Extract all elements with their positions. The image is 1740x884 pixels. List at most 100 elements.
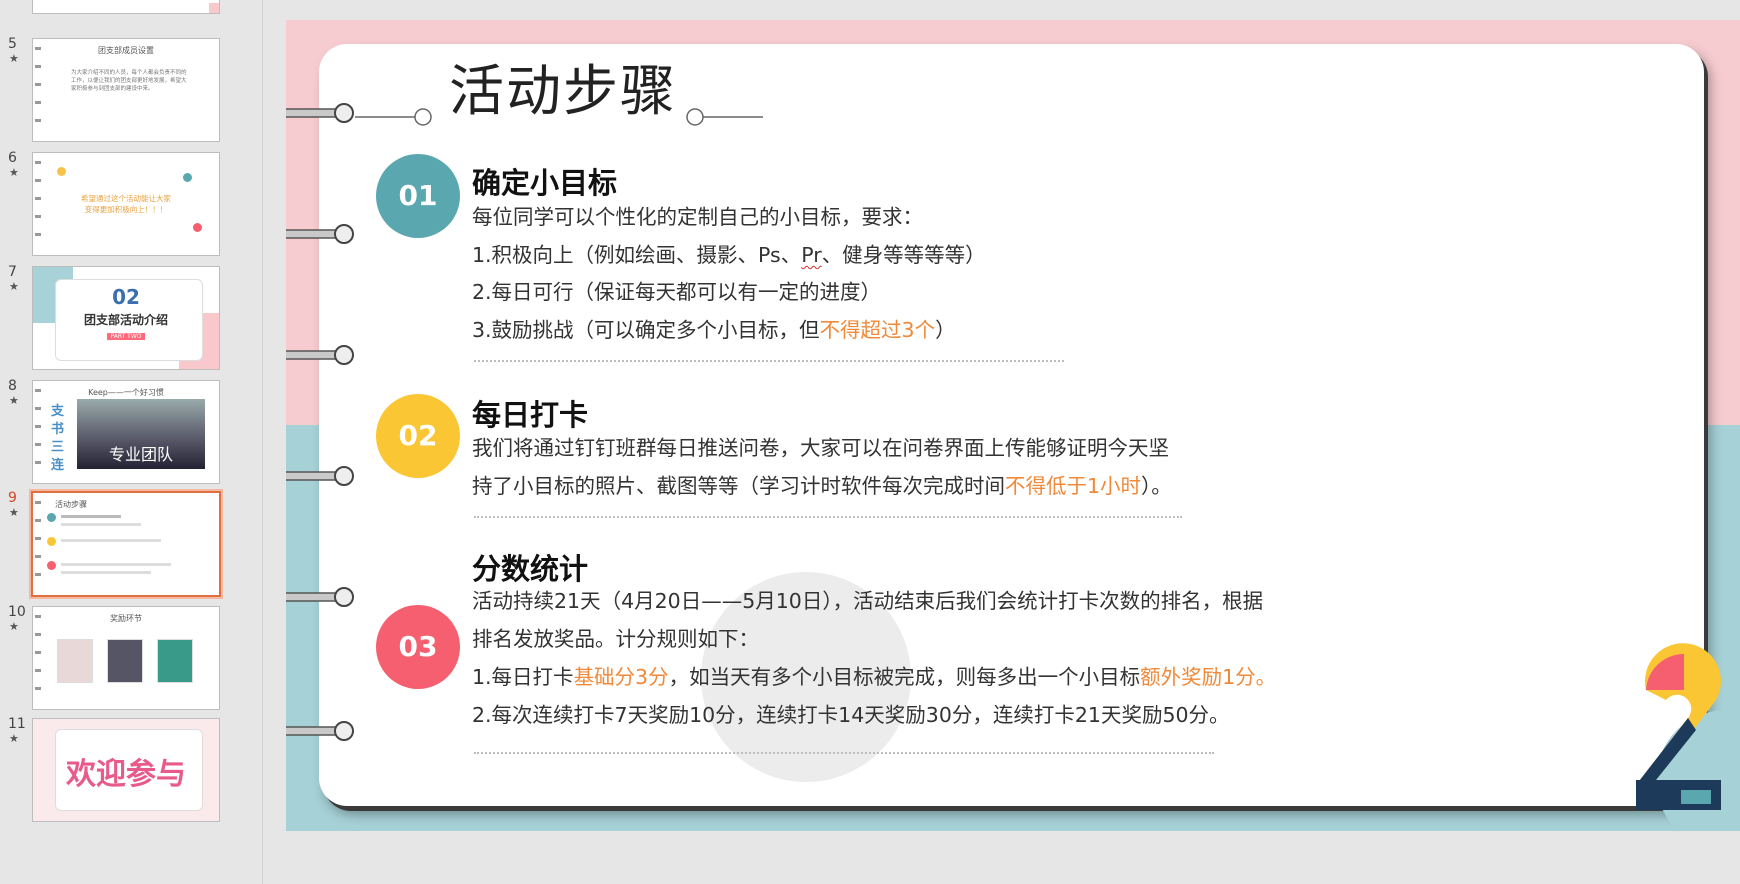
thumbnail-image: 欢迎参与 <box>32 718 220 822</box>
thumbnail-caption: 专业团队 <box>108 445 173 464</box>
confetti-deco <box>193 223 202 232</box>
binder-ring <box>286 465 354 487</box>
spellcheck-word: Pr <box>801 243 822 267</box>
step-3-line[interactable]: 活动持续21天（4月20日——5月10日），活动结束后我们会统计打卡次数的排名，… <box>472 584 1263 614</box>
gift-image <box>107 639 143 683</box>
notebook-page: 活动步骤 01 确定小目标 每位同学可以个性化的定制自己的小目标，要求： 1.积… <box>319 44 1704 806</box>
thumbnail-image: 希望通过这个活动能让大家 变得更加积极向上！！！ <box>32 152 220 256</box>
step-1-line[interactable]: 3.鼓励挑战（可以确定多个小目标，但不得超过3个） <box>472 313 956 343</box>
thumbnail-rings <box>35 501 41 589</box>
highlight-text: 基础分3分 <box>573 665 669 689</box>
highlight-text: 额外奖励1分。 <box>1140 665 1277 689</box>
thumbnail-image: 活动步骤 <box>29 489 223 599</box>
slide-number: 9 <box>8 490 17 506</box>
thumbnail-big-number: 02 <box>112 285 140 309</box>
step-3-line[interactable]: 排名发放奖品。计分规则如下： <box>472 622 759 652</box>
step-1-badge[interactable]: 01 <box>376 154 460 238</box>
thumbnail-image: Keep——一个好习惯 支书三连 专业团队 <box>32 380 220 484</box>
thumbnail-image: 02 团支部活动介绍 PART TWO <box>32 266 220 370</box>
thumbnail-image <box>32 0 220 14</box>
animation-star-icon: ★ <box>9 166 19 179</box>
thumbnail-rings <box>35 389 41 477</box>
step-2-line[interactable]: 持了小目标的照片、截图等等（学习计时软件每次完成时间不得低于1小时）。 <box>472 469 1172 499</box>
slide-thumbnail-10[interactable]: 10 ★ 奖励环节 <box>0 604 262 714</box>
binder-ring <box>286 586 354 608</box>
thumbnail-text: 希望通过这个活动能让大家 变得更加积极向上！！！ <box>33 193 219 215</box>
slide-number: 6 <box>8 150 17 166</box>
animation-star-icon: ★ <box>9 620 19 633</box>
thumbnail-image: 团支部成员设置 为大家介绍不同的人员，每个人都会负责不同的工作，以便让我们的团支… <box>32 38 220 142</box>
title-left-deco <box>355 108 432 126</box>
thumbnail-vertical-text: 支书三连 <box>51 404 65 473</box>
step-2-line[interactable]: 我们将通过钉钉班群每日推送问卷，大家可以在问卷界面上传能够证明今天坚 <box>472 431 1169 461</box>
binder-ring <box>286 344 354 366</box>
thumbnail-body: 为大家介绍不同的人员，每个人都会负责不同的工作，以便让我们的团支部更好地发展，希… <box>71 70 187 92</box>
title-right-deco <box>686 108 763 126</box>
thumbnail-line: 希望通过这个活动能让大家 <box>81 194 171 203</box>
text-line <box>61 523 141 526</box>
step-3-badge[interactable]: 03 <box>376 605 460 689</box>
thumbnail-title: 欢迎参与 <box>66 757 186 792</box>
animation-star-icon: ★ <box>9 732 19 745</box>
step-2-heading[interactable]: 每日打卡 <box>472 392 588 434</box>
text-line <box>61 563 171 566</box>
dotted-separator <box>474 516 1182 518</box>
step-dot-2 <box>47 537 56 546</box>
highlight-text: 不得超过3个 <box>819 318 936 342</box>
step-3-line[interactable]: 1.每日打卡基础分3分，如当天有多个小目标被完成，则每多出一个小目标额外奖励1分… <box>472 660 1276 690</box>
step-2-badge[interactable]: 02 <box>376 394 460 478</box>
binder-ring <box>286 720 354 742</box>
thumbnail-line: 变得更加积极向上！！！ <box>84 205 168 214</box>
slide-thumbnail-7[interactable]: 7 ★ 02 团支部活动介绍 PART TWO <box>0 264 262 374</box>
animation-star-icon: ★ <box>9 52 19 65</box>
slide-number: 10 <box>8 604 26 620</box>
slide-thumbnail-4[interactable] <box>0 0 262 18</box>
step-3-line[interactable]: 2.每次连续打卡7天奖励10分，连续打卡14天奖励30分，连续打卡21天奖励50… <box>472 698 1230 728</box>
thumbnail-deco <box>209 3 219 13</box>
thumbnail-title: 奖励环节 <box>110 614 142 623</box>
thumbnail-rings <box>35 615 41 703</box>
slide-title[interactable]: 活动步骤 <box>449 46 677 126</box>
slide-number: 11 <box>8 716 26 732</box>
animation-star-icon: ★ <box>9 394 19 407</box>
slide-number: 5 <box>8 36 17 52</box>
thumbnail-title: 团支部成员设置 <box>98 46 154 55</box>
slide-thumbnail-8[interactable]: 8 ★ Keep——一个好习惯 支书三连 专业团队 <box>0 378 262 488</box>
binder-ring <box>286 223 354 245</box>
text-line <box>61 571 151 574</box>
slide-thumbnail-pane[interactable]: 5 ★ 团支部成员设置 为大家介绍不同的人员，每个人都会负责不同的工作，以便让我… <box>0 0 263 884</box>
slide-thumbnail-11[interactable]: 11 ★ 欢迎参与 <box>0 716 262 826</box>
slide-canvas[interactable]: 活动步骤 01 确定小目标 每位同学可以个性化的定制自己的小目标，要求： 1.积… <box>286 20 1740 831</box>
dotted-separator <box>474 360 1064 362</box>
step-dot-1 <box>47 513 56 522</box>
slide-number: 7 <box>8 264 17 280</box>
thumbnail-title: 团支部活动介绍 <box>83 313 168 327</box>
slide-thumbnail-6[interactable]: 6 ★ 希望通过这个活动能让大家 变得更加积极向上！！！ <box>0 150 262 260</box>
dotted-separator <box>474 752 1214 754</box>
step-1-heading[interactable]: 确定小目标 <box>472 160 617 202</box>
animation-star-icon: ★ <box>9 506 19 519</box>
thumbnail-rings <box>35 47 41 135</box>
highlight-text: 不得低于1小时 <box>1005 474 1142 498</box>
text-line <box>61 515 121 518</box>
step-1-line[interactable]: 每位同学可以个性化的定制自己的小目标，要求： <box>472 200 923 230</box>
step-1-line[interactable]: 2.每日可行（保证每天都可以有一定的进度） <box>472 275 881 305</box>
slide-thumbnail-5[interactable]: 5 ★ 团支部成员设置 为大家介绍不同的人员，每个人都会负责不同的工作，以便让我… <box>0 36 262 146</box>
thumbnail-badge: PART TWO <box>33 333 219 340</box>
step-3-heading[interactable]: 分数统计 <box>472 546 588 588</box>
slide-number: 8 <box>8 378 17 394</box>
text-line <box>61 539 161 542</box>
gift-image <box>157 639 193 683</box>
step-dot-3 <box>47 561 56 570</box>
slide-thumbnail-9[interactable]: 9 ★ 活动步骤 <box>0 489 262 600</box>
thumbnail-title: Keep——一个好习惯 <box>88 388 164 397</box>
confetti-deco <box>57 167 66 176</box>
confetti-deco <box>183 173 192 182</box>
step-1-line[interactable]: 1.积极向上（例如绘画、摄影、Ps、Pr、健身等等等等） <box>472 238 986 268</box>
decorative-number-2-graphic <box>1636 643 1740 830</box>
thumbnail-title: 活动步骤 <box>55 500 87 509</box>
thumbnail-image: 奖励环节 <box>32 606 220 710</box>
animation-star-icon: ★ <box>9 280 19 293</box>
binder-ring <box>286 102 354 124</box>
gift-image <box>57 639 93 683</box>
